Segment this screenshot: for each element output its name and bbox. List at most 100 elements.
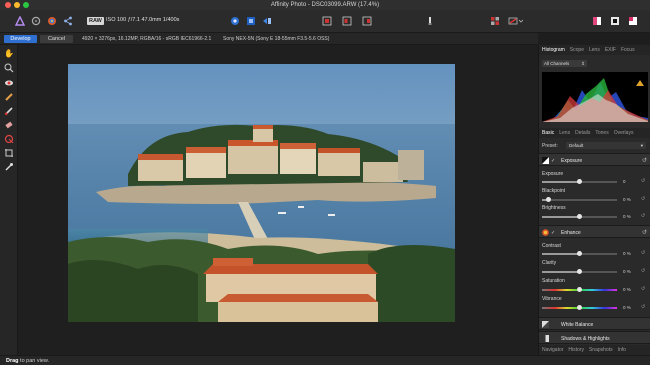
- clip-highlights-icon[interactable]: [361, 15, 373, 27]
- photo-canvas[interactable]: [68, 64, 455, 322]
- toolbar: RAW ISO 100 ƒ/7.1 47.0mm 1/400s: [0, 10, 650, 33]
- tab-tones[interactable]: Tones: [595, 130, 608, 136]
- reset-icon[interactable]: ↺: [641, 213, 645, 219]
- shadows-highlights-icon: [542, 335, 549, 342]
- preset-row: Preset: Default ▾: [539, 141, 650, 150]
- enhance-section-label: Enhance: [561, 230, 581, 236]
- saturation-slider[interactable]: [542, 287, 617, 292]
- color-swatch-icon[interactable]: [627, 15, 639, 27]
- histogram-channel-select[interactable]: All Channels ⇕: [542, 60, 587, 67]
- image-info: 4920 × 3276px, 16.12MP, RGBA/16 - sRGB I…: [82, 36, 212, 42]
- clip-midtones-icon[interactable]: [341, 15, 353, 27]
- exposure-label: Exposure: [542, 171, 564, 177]
- clarity-slider[interactable]: [542, 269, 617, 274]
- blackpoint-slider[interactable]: [542, 197, 617, 202]
- develop-button[interactable]: Develop: [4, 35, 37, 43]
- tab-lens[interactable]: Lens: [589, 47, 600, 53]
- reset-icon[interactable]: ↺: [641, 196, 645, 202]
- status-hint: to pan view.: [18, 358, 50, 364]
- tab-scope[interactable]: Scope: [570, 47, 584, 53]
- reset-icon[interactable]: ↺: [642, 229, 647, 236]
- vibrance-value[interactable]: 0 %: [623, 305, 631, 310]
- tab-navigator[interactable]: Navigator: [542, 347, 563, 353]
- exposure-icon: [542, 157, 549, 164]
- white-balance-section-header[interactable]: White Balance: [539, 317, 650, 330]
- brightness-label: Brightness: [542, 205, 566, 211]
- contrast-value[interactable]: 0 %: [623, 251, 631, 256]
- tab-info[interactable]: Info: [618, 347, 626, 353]
- saturation-label: Saturation: [542, 278, 565, 284]
- chevron-down-icon[interactable]: [517, 15, 525, 27]
- exposure-slider[interactable]: [542, 179, 617, 184]
- exposure-section-header[interactable]: ✓ Exposure ↺: [539, 153, 650, 166]
- tab-focus[interactable]: Focus: [621, 47, 635, 53]
- clarity-label: Clarity: [542, 260, 557, 266]
- white-balance-icon: [542, 321, 549, 328]
- swatch-icon[interactable]: [609, 15, 621, 27]
- overlay-paint-tool-icon[interactable]: [3, 106, 15, 116]
- blemish-tool-icon[interactable]: [3, 92, 15, 102]
- preset-value: Default: [569, 143, 584, 148]
- reset-icon[interactable]: ↺: [641, 268, 645, 274]
- enhance-section-header[interactable]: ✓ Enhance ↺: [539, 225, 650, 238]
- brightness-slider[interactable]: [542, 214, 617, 219]
- enhance-enable-checkbox[interactable]: ✓: [551, 230, 555, 236]
- chevron-down-icon: ▾: [640, 143, 643, 148]
- reset-icon[interactable]: ↺: [641, 286, 645, 292]
- overlay-gradient-tool-icon[interactable]: [3, 134, 15, 144]
- hand-tool-icon[interactable]: ✋: [3, 49, 15, 59]
- reset-icon[interactable]: ↺: [641, 304, 645, 310]
- reset-icon[interactable]: ↺: [641, 250, 645, 256]
- tab-lens-develop[interactable]: Lens: [559, 130, 570, 136]
- title-bar: Affinity Photo - DSC03099.ARW (17.4%): [0, 0, 650, 10]
- blackpoint-value[interactable]: 0 %: [623, 197, 631, 202]
- persona-develop-icon[interactable]: [46, 15, 58, 27]
- tab-histogram[interactable]: Histogram: [542, 47, 565, 53]
- clip-shadows-icon[interactable]: [321, 15, 333, 27]
- tools-panel: ✋: [0, 45, 18, 355]
- status-action: Drag: [6, 358, 19, 364]
- tab-exif[interactable]: EXIF: [605, 47, 616, 53]
- contrast-slider[interactable]: [542, 251, 617, 256]
- red-eye-tool-icon[interactable]: [3, 78, 15, 88]
- tab-snapshots[interactable]: Snapshots: [589, 347, 613, 353]
- camera-info: Sony NEX-5N (Sony E 18-55mm F3.5-5.6 OSS…: [223, 36, 330, 42]
- zoom-tool-icon[interactable]: [3, 63, 15, 73]
- white-balance-tool-icon[interactable]: [3, 162, 15, 172]
- saturation-value[interactable]: 0 %: [623, 287, 631, 292]
- share-icon[interactable]: [62, 15, 74, 27]
- contrast-label: Contrast: [542, 243, 561, 249]
- vibrance-slider[interactable]: [542, 305, 617, 310]
- exposure-enable-checkbox[interactable]: ✓: [551, 158, 555, 164]
- canvas-area[interactable]: [18, 45, 538, 355]
- split-view-icon[interactable]: [245, 15, 257, 27]
- reset-icon[interactable]: ↺: [641, 178, 645, 184]
- studio-panel: Histogram Scope Lens EXIF Focus All Chan…: [538, 45, 650, 355]
- brightness-value[interactable]: 0 %: [623, 214, 631, 219]
- clarity-value[interactable]: 0 %: [623, 269, 631, 274]
- mirror-view-icon[interactable]: [261, 15, 273, 27]
- exposure-section-label: Exposure: [561, 158, 583, 164]
- exposure-value[interactable]: 0: [623, 179, 626, 184]
- tab-details[interactable]: Details: [575, 130, 590, 136]
- preset-select[interactable]: Default ▾: [566, 142, 646, 149]
- before-after-icon[interactable]: [591, 15, 603, 27]
- enhance-icon: [542, 229, 549, 236]
- brush-options-icon[interactable]: [424, 15, 436, 27]
- view-icon[interactable]: [229, 15, 241, 27]
- histogram-channel-value: All Channels: [544, 61, 570, 66]
- cancel-button[interactable]: Cancel: [40, 35, 73, 43]
- reset-icon[interactable]: ↺: [642, 157, 647, 164]
- overlay-mask-icon[interactable]: [489, 15, 501, 27]
- preset-label: Preset:: [542, 143, 558, 149]
- affinity-logo-icon[interactable]: [14, 15, 26, 27]
- exif-summary: ISO 100 ƒ/7.1 47.0mm 1/400s: [106, 17, 180, 23]
- crop-tool-icon[interactable]: [3, 148, 15, 158]
- persona-photo-icon[interactable]: [30, 15, 42, 27]
- overlay-erase-tool-icon[interactable]: [3, 120, 15, 130]
- panel-tabs-top: Histogram Scope Lens EXIF Focus: [539, 45, 650, 55]
- tab-overlays[interactable]: Overlays: [614, 130, 634, 136]
- tab-basic[interactable]: Basic: [542, 130, 554, 136]
- shadows-highlights-section-header[interactable]: Shadows & Highlights: [539, 331, 650, 344]
- tab-history[interactable]: History: [568, 347, 584, 353]
